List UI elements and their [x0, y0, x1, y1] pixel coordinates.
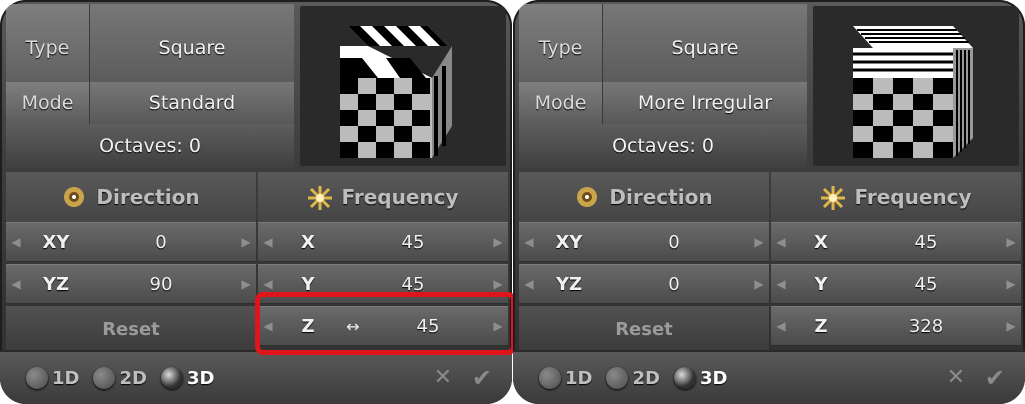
radio-dot-icon: [606, 367, 629, 389]
increment-arrow-icon[interactable]: ▶: [488, 277, 508, 291]
z-value[interactable]: 328: [851, 316, 1001, 337]
check-icon[interactable]: ✔: [985, 364, 1005, 392]
yz-value[interactable]: 0: [599, 274, 749, 295]
decrement-arrow-icon[interactable]: ◀: [258, 235, 278, 249]
increment-arrow-icon[interactable]: ▶: [236, 235, 256, 249]
z-stepper[interactable]: ◀ Z 328 ▶: [771, 306, 1021, 346]
direction-label: Direction: [609, 185, 713, 209]
y-value[interactable]: 45: [851, 274, 1001, 295]
x-icon[interactable]: ✕: [434, 365, 452, 390]
checker-cube-preview: [340, 26, 452, 158]
frequency-header: Frequency: [258, 172, 508, 222]
decrement-arrow-icon[interactable]: ◀: [519, 277, 539, 291]
xy-stepper[interactable]: ◀ XY 0 ▶: [6, 222, 256, 262]
direction-icon: [575, 185, 599, 209]
direction-header: Direction: [519, 172, 769, 222]
frequency-label: Frequency: [854, 185, 972, 209]
yz-label: YZ: [42, 273, 70, 295]
x-stepper[interactable]: ◀ X 45 ▶: [258, 222, 508, 262]
checker-cube-preview: [853, 26, 973, 158]
yz-stepper[interactable]: ◀ YZ 90 ▶: [6, 264, 256, 304]
x-stepper[interactable]: ◀ X 45 ▶: [771, 222, 1021, 262]
direction-header: Direction: [6, 172, 256, 222]
octaves-readout[interactable]: Octaves: 0: [6, 124, 294, 168]
highlight-box: [255, 292, 516, 355]
mode-1d-radio[interactable]: 1D: [26, 367, 79, 389]
decrement-arrow-icon[interactable]: ◀: [519, 235, 539, 249]
direction-label: Direction: [96, 185, 200, 209]
reset-button[interactable]: Reset: [6, 306, 256, 352]
increment-arrow-icon[interactable]: ▶: [1001, 235, 1021, 249]
xy-value[interactable]: 0: [86, 232, 236, 253]
mode-1d-radio[interactable]: 1D: [539, 367, 592, 389]
mode-label: Mode: [6, 82, 90, 124]
xy-value[interactable]: 0: [599, 232, 749, 253]
mode-value[interactable]: Standard: [90, 82, 294, 124]
texture-preview: [813, 6, 1019, 166]
increment-arrow-icon[interactable]: ▶: [749, 235, 769, 249]
yz-stepper[interactable]: ◀ YZ 0 ▶: [519, 264, 769, 304]
x-label: X: [301, 231, 315, 253]
type-value[interactable]: Square: [90, 4, 294, 92]
z-label: Z: [814, 315, 828, 337]
decrement-arrow-icon[interactable]: ◀: [258, 277, 278, 291]
frequency-icon: [307, 185, 333, 210]
y-stepper[interactable]: ◀ Y 45 ▶: [771, 264, 1021, 304]
x-value[interactable]: 45: [338, 232, 488, 253]
increment-arrow-icon[interactable]: ▶: [1001, 319, 1021, 333]
increment-arrow-icon[interactable]: ▶: [1001, 277, 1021, 291]
xy-label: XY: [555, 231, 583, 253]
direction-icon: [62, 185, 86, 209]
mode-2d-radio[interactable]: 2D: [606, 367, 660, 389]
octaves-readout[interactable]: Octaves: 0: [519, 124, 807, 168]
decrement-arrow-icon[interactable]: ◀: [771, 277, 791, 291]
x-icon[interactable]: ✕: [947, 365, 965, 390]
reset-button[interactable]: Reset: [519, 306, 769, 352]
radio-dot-icon: [673, 367, 696, 389]
mode-value[interactable]: More Irregular: [603, 82, 807, 124]
texture-preview: [300, 6, 506, 166]
frequency-header: Frequency: [771, 172, 1021, 222]
xy-label: XY: [42, 231, 70, 253]
decrement-arrow-icon[interactable]: ◀: [6, 235, 26, 249]
y-label: Y: [814, 273, 828, 295]
frequency-label: Frequency: [341, 185, 459, 209]
increment-arrow-icon[interactable]: ▶: [488, 235, 508, 249]
type-label: Type: [6, 4, 90, 92]
radio-dot-icon: [160, 367, 183, 389]
x-value[interactable]: 45: [851, 232, 1001, 253]
radio-dot-icon: [26, 367, 48, 389]
radio-dot-icon: [539, 367, 561, 389]
yz-value[interactable]: 90: [86, 274, 236, 295]
xy-stepper[interactable]: ◀ XY 0 ▶: [519, 222, 769, 262]
x-label: X: [814, 231, 828, 253]
mode-label: Mode: [519, 82, 603, 124]
texture-panel-right: Type Square Mode More Irregular Octaves:…: [513, 0, 1025, 404]
increment-arrow-icon[interactable]: ▶: [236, 277, 256, 291]
mode-3d-radio[interactable]: 3D: [160, 367, 214, 389]
type-value[interactable]: Square: [603, 4, 807, 92]
radio-dot-icon: [93, 367, 116, 389]
frequency-icon: [820, 185, 846, 210]
decrement-arrow-icon[interactable]: ◀: [6, 277, 26, 291]
yz-label: YZ: [555, 273, 583, 295]
mode-2d-radio[interactable]: 2D: [93, 367, 147, 389]
mode-3d-radio[interactable]: 3D: [673, 367, 727, 389]
check-icon[interactable]: ✔: [472, 364, 492, 392]
decrement-arrow-icon[interactable]: ◀: [771, 235, 791, 249]
increment-arrow-icon[interactable]: ▶: [749, 277, 769, 291]
decrement-arrow-icon[interactable]: ◀: [771, 319, 791, 333]
type-label: Type: [519, 4, 603, 92]
